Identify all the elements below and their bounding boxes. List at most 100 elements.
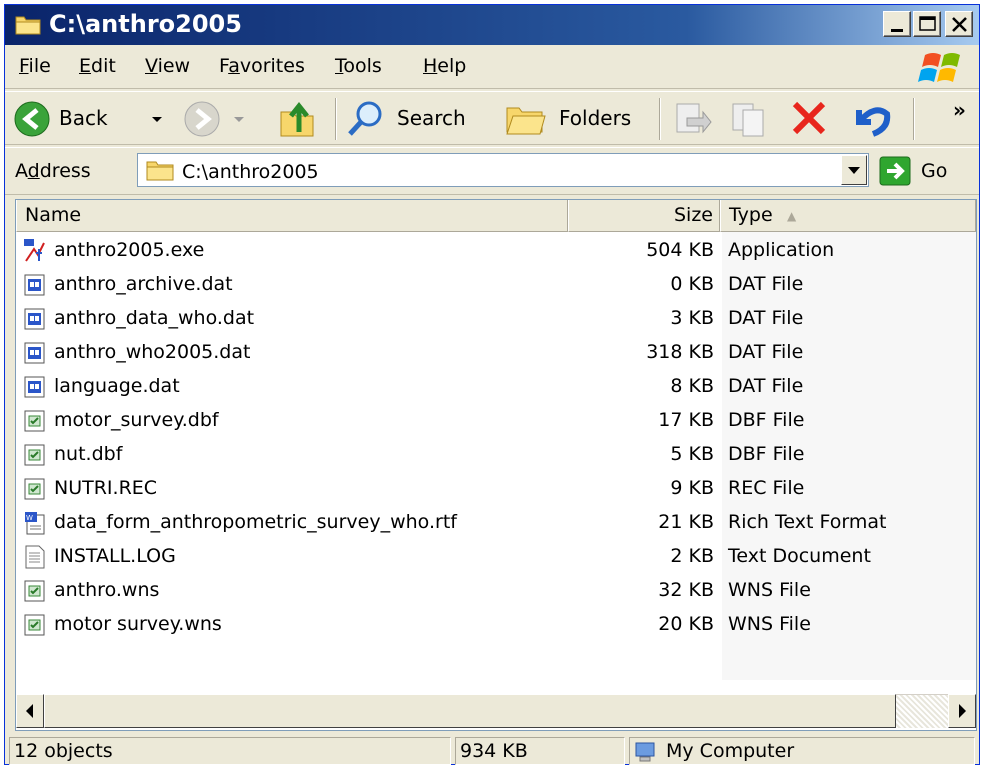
address-input[interactable]: C:\anthro2005 xyxy=(137,153,869,187)
column-header-name[interactable]: Name xyxy=(16,200,568,232)
chevron-down-icon[interactable] xyxy=(151,116,163,124)
scrollbar-thumb[interactable] xyxy=(44,694,896,728)
go-arrow-icon xyxy=(879,156,911,186)
file-name: language.dat xyxy=(54,375,180,397)
file-type: REC File xyxy=(728,477,805,499)
dat-file-icon xyxy=(24,273,46,297)
column-header-type[interactable]: Type ▲ xyxy=(720,200,976,232)
file-name: anthro_data_who.dat xyxy=(54,307,255,329)
generic-file-icon xyxy=(24,477,46,501)
up-folder-button[interactable] xyxy=(273,92,319,146)
forward-arrow-icon xyxy=(184,101,220,137)
menu-edit[interactable]: Edit xyxy=(79,55,116,77)
back-button[interactable]: Back xyxy=(11,92,181,146)
menu-bar: File Edit View Favorites Tools Help xyxy=(5,45,979,89)
file-size: 9 KB xyxy=(670,477,714,499)
sort-ascending-icon: ▲ xyxy=(787,209,797,223)
status-bar: 12 objects 934 KB My Computer xyxy=(5,735,979,765)
copy-to-button[interactable] xyxy=(725,92,773,146)
search-icon xyxy=(348,101,382,136)
list-item[interactable]: nut.dbf 5 KB DBF File xyxy=(16,438,976,472)
menu-view[interactable]: View xyxy=(145,55,190,77)
undo-button[interactable] xyxy=(845,92,897,146)
list-item[interactable]: anthro2005.exe 504 KB Application xyxy=(16,234,976,268)
file-type: DAT File xyxy=(728,273,804,295)
chevron-right-icon xyxy=(959,704,966,718)
file-size: 3 KB xyxy=(670,307,714,329)
folders-button[interactable]: Folders xyxy=(501,92,653,146)
go-button[interactable]: Go xyxy=(875,154,975,188)
search-button[interactable]: Search xyxy=(343,92,491,146)
menu-favorites[interactable]: Favorites xyxy=(219,55,305,77)
menu-help[interactable]: Help xyxy=(423,55,466,77)
file-type: WNS File xyxy=(728,613,811,635)
chevron-down-icon[interactable] xyxy=(233,116,245,124)
who-app-icon xyxy=(24,239,46,263)
move-to-button[interactable] xyxy=(669,92,717,146)
copy-to-icon xyxy=(732,103,764,137)
list-item[interactable]: anthro_who2005.dat 318 KB DAT File xyxy=(16,336,976,370)
minimize-button[interactable] xyxy=(883,11,911,37)
file-type: DBF File xyxy=(728,443,805,465)
scroll-left-button[interactable] xyxy=(16,694,44,728)
list-item[interactable]: motor survey.wns 20 KB WNS File xyxy=(16,608,976,642)
windows-logo-icon xyxy=(918,53,960,82)
file-type: DAT File xyxy=(728,341,804,363)
file-name: anthro_archive.dat xyxy=(54,273,233,295)
toolbar-separator xyxy=(335,98,337,140)
move-to-icon xyxy=(676,103,712,134)
file-list[interactable]: Name Size Type ▲ anthro2005.exe 504 KB App… xyxy=(15,199,977,731)
maximize-button[interactable] xyxy=(913,11,941,37)
delete-button[interactable] xyxy=(785,92,833,146)
file-size: 32 KB xyxy=(658,579,714,601)
file-type: WNS File xyxy=(728,579,811,601)
list-item[interactable]: motor_survey.dbf 17 KB DBF File xyxy=(16,404,976,438)
file-size: 20 KB xyxy=(658,613,714,635)
file-type: DAT File xyxy=(728,375,804,397)
menu-file[interactable]: File xyxy=(19,55,51,77)
file-type: Text Document xyxy=(728,545,871,567)
title-bar[interactable]: C:\anthro2005 xyxy=(5,5,979,45)
close-icon xyxy=(952,17,967,32)
address-dropdown-button[interactable] xyxy=(841,155,867,185)
dat-file-icon xyxy=(24,307,46,331)
generic-file-icon xyxy=(24,409,46,433)
scroll-right-button[interactable] xyxy=(948,694,976,728)
horizontal-scrollbar[interactable] xyxy=(16,680,976,730)
wordpad-doc-icon: W xyxy=(24,511,46,535)
list-item[interactable]: NUTRI.REC 9 KB REC File xyxy=(16,472,976,506)
standard-toolbar: Back Search Folders » xyxy=(5,91,979,145)
status-location: My Computer xyxy=(629,737,975,765)
list-item[interactable]: Wdata_form_anthropometric_survey_who.rtf… xyxy=(16,506,976,540)
file-size: 0 KB xyxy=(670,273,714,295)
file-size: 17 KB xyxy=(658,409,714,431)
file-size: 5 KB xyxy=(670,443,714,465)
list-item[interactable]: anthro.wns 32 KB WNS File xyxy=(16,574,976,608)
column-header-size[interactable]: Size xyxy=(568,200,720,232)
dat-file-icon xyxy=(24,341,46,365)
file-type: Rich Text Format xyxy=(728,511,887,533)
file-name: motor_survey.dbf xyxy=(54,409,219,431)
list-item[interactable]: anthro_archive.dat 0 KB DAT File xyxy=(16,268,976,302)
menu-tools[interactable]: Tools xyxy=(335,55,382,77)
list-item[interactable]: INSTALL.LOG 2 KB Text Document xyxy=(16,540,976,574)
maximize-icon xyxy=(919,16,936,31)
toolbar-overflow-chevron[interactable]: » xyxy=(953,98,966,122)
minimize-icon xyxy=(891,29,903,32)
file-size: 21 KB xyxy=(658,511,714,533)
dat-file-icon xyxy=(24,375,46,399)
forward-button[interactable] xyxy=(179,92,263,146)
file-size: 504 KB xyxy=(646,239,714,261)
file-type: Application xyxy=(728,239,835,261)
file-name: data_form_anthropometric_survey_who.rtf xyxy=(54,511,457,533)
file-name: INSTALL.LOG xyxy=(54,545,176,567)
close-button[interactable] xyxy=(945,11,973,37)
my-computer-icon xyxy=(635,742,655,762)
svg-text:W: W xyxy=(26,514,33,522)
folder-icon xyxy=(15,16,41,35)
list-item[interactable]: anthro_data_who.dat 3 KB DAT File xyxy=(16,302,976,336)
file-name: motor survey.wns xyxy=(54,613,222,635)
file-name: nut.dbf xyxy=(54,443,123,465)
list-item[interactable]: language.dat 8 KB DAT File xyxy=(16,370,976,404)
chevron-down-icon xyxy=(848,167,860,174)
